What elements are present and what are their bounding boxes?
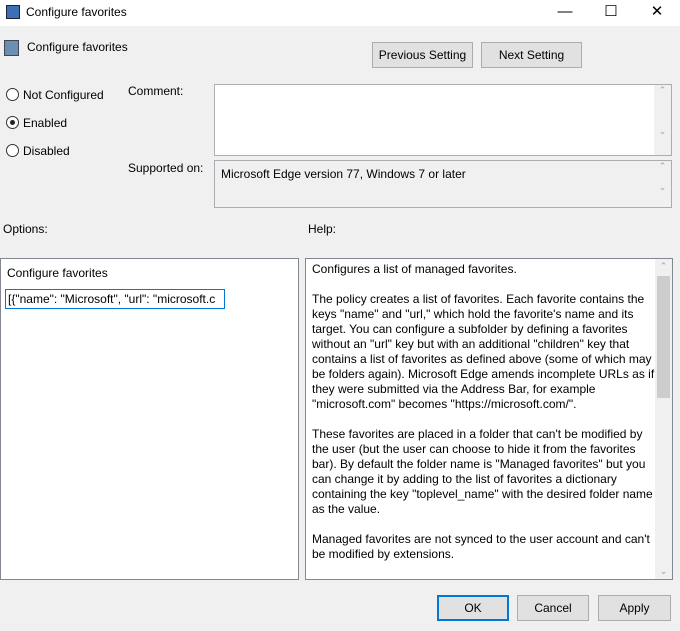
- ok-button[interactable]: OK: [437, 595, 509, 621]
- options-label: Options:: [3, 222, 48, 236]
- help-paragraph: Managed favorites are not synced to the …: [312, 532, 650, 561]
- close-button[interactable]: ✕: [634, 0, 680, 26]
- minimize-button[interactable]: —: [542, 0, 588, 26]
- radio-circle[interactable]: [6, 116, 19, 129]
- help-scrollbar-thumb[interactable]: [657, 276, 670, 398]
- window-title: Configure favorites: [26, 5, 127, 19]
- help-paragraph: The policy creates a list of favorites. …: [312, 292, 655, 411]
- maximize-button[interactable]: ☐: [588, 0, 634, 26]
- cancel-button[interactable]: Cancel: [517, 595, 589, 621]
- radio-circle[interactable]: [6, 88, 19, 101]
- configure-favorites-label: Configure favorites: [7, 266, 108, 280]
- help-label: Help:: [308, 222, 337, 236]
- supported-scrollbar[interactable]: ⌃ ⌄: [654, 161, 671, 207]
- supported-on-box: Microsoft Edge version 77, Windows 7 or …: [214, 160, 672, 208]
- supported-on-value: Microsoft Edge version 77, Windows 7 or …: [221, 167, 466, 181]
- policy-title: Configure favorites: [27, 40, 128, 54]
- app-icon: [6, 5, 20, 19]
- apply-button[interactable]: Apply: [598, 595, 671, 621]
- help-paragraph: Configures a list of managed favorites.: [312, 262, 517, 276]
- supported-on-label: Supported on:: [128, 161, 204, 175]
- comment-textarea[interactable]: ⌃ ⌄: [214, 84, 672, 156]
- help-panel: Configures a list of managed favorites. …: [305, 258, 673, 580]
- options-panel: Configure favorites [{"name": "Microsoft…: [0, 258, 299, 580]
- next-setting-button[interactable]: Next Setting: [481, 42, 582, 68]
- help-scrollbar[interactable]: ⌃ ⌄: [655, 259, 672, 579]
- comment-scrollbar[interactable]: ⌃ ⌄: [654, 85, 671, 155]
- configure-favorites-input[interactable]: [{"name": "Microsoft", "url": "microsoft…: [5, 289, 225, 309]
- previous-setting-button[interactable]: Previous Setting: [372, 42, 473, 68]
- comment-label: Comment:: [128, 84, 184, 98]
- radio-circle[interactable]: [6, 144, 19, 157]
- title-bar: Configure favorites — ☐ ✕: [0, 0, 680, 26]
- policy-icon: [4, 40, 19, 56]
- help-paragraph: These favorites are placed in a folder t…: [312, 427, 653, 516]
